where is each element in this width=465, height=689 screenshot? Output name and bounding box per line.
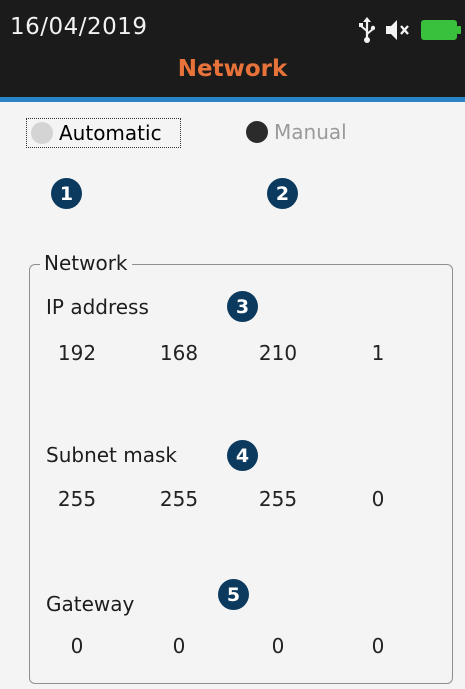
ip-octet-2[interactable]: 168 <box>149 341 209 365</box>
ip-octet-1[interactable]: 192 <box>47 341 107 365</box>
gateway-octet-4[interactable]: 0 <box>348 634 408 658</box>
network-group-legend: Network <box>40 251 132 275</box>
usb-icon <box>359 17 375 43</box>
gateway-field: 0 0 0 0 <box>30 634 454 662</box>
gateway-label: Gateway <box>46 592 135 616</box>
manual-radio[interactable]: Manual <box>246 118 347 146</box>
ip-address-label: IP address <box>46 295 149 319</box>
mode-selector: Automatic Manual <box>26 118 446 148</box>
subnet-mask-label: Subnet mask <box>46 443 177 467</box>
callout-badge-4: 4 <box>227 440 258 471</box>
ip-octet-3[interactable]: 210 <box>248 341 308 365</box>
gateway-octet-1[interactable]: 0 <box>47 634 107 658</box>
automatic-label: Automatic <box>59 121 162 145</box>
callout-badge-5: 5 <box>218 579 249 610</box>
mute-icon <box>385 19 411 41</box>
ip-octet-4[interactable]: 1 <box>348 341 408 365</box>
gateway-octet-2[interactable]: 0 <box>149 634 209 658</box>
network-settings-panel: Automatic Manual 1 2 Network IP address … <box>0 102 465 689</box>
callout-badge-2: 2 <box>267 178 298 209</box>
radio-button-icon <box>31 122 53 144</box>
manual-label: Manual <box>274 120 347 144</box>
callout-badge-3: 3 <box>227 291 258 322</box>
callout-badge-1: 1 <box>51 178 82 209</box>
status-icons <box>359 14 461 46</box>
network-group: Network IP address 3 192 168 210 1 Subne… <box>29 251 454 684</box>
automatic-radio[interactable]: Automatic <box>26 118 181 148</box>
subnet-octet-4[interactable]: 0 <box>348 487 408 511</box>
page-title: Network <box>177 56 288 82</box>
subnet-octet-1[interactable]: 255 <box>47 487 107 511</box>
subnet-octet-2[interactable]: 255 <box>149 487 209 511</box>
status-header: 16/04/2019 Network <box>0 0 465 100</box>
subnet-mask-field: 255 255 255 0 <box>30 487 454 515</box>
battery-icon <box>421 20 461 40</box>
date-display: 16/04/2019 <box>10 14 148 40</box>
radio-button-icon <box>246 121 268 143</box>
subnet-octet-3[interactable]: 255 <box>248 487 308 511</box>
ip-address-field: 192 168 210 1 <box>30 341 454 369</box>
gateway-octet-3[interactable]: 0 <box>248 634 308 658</box>
